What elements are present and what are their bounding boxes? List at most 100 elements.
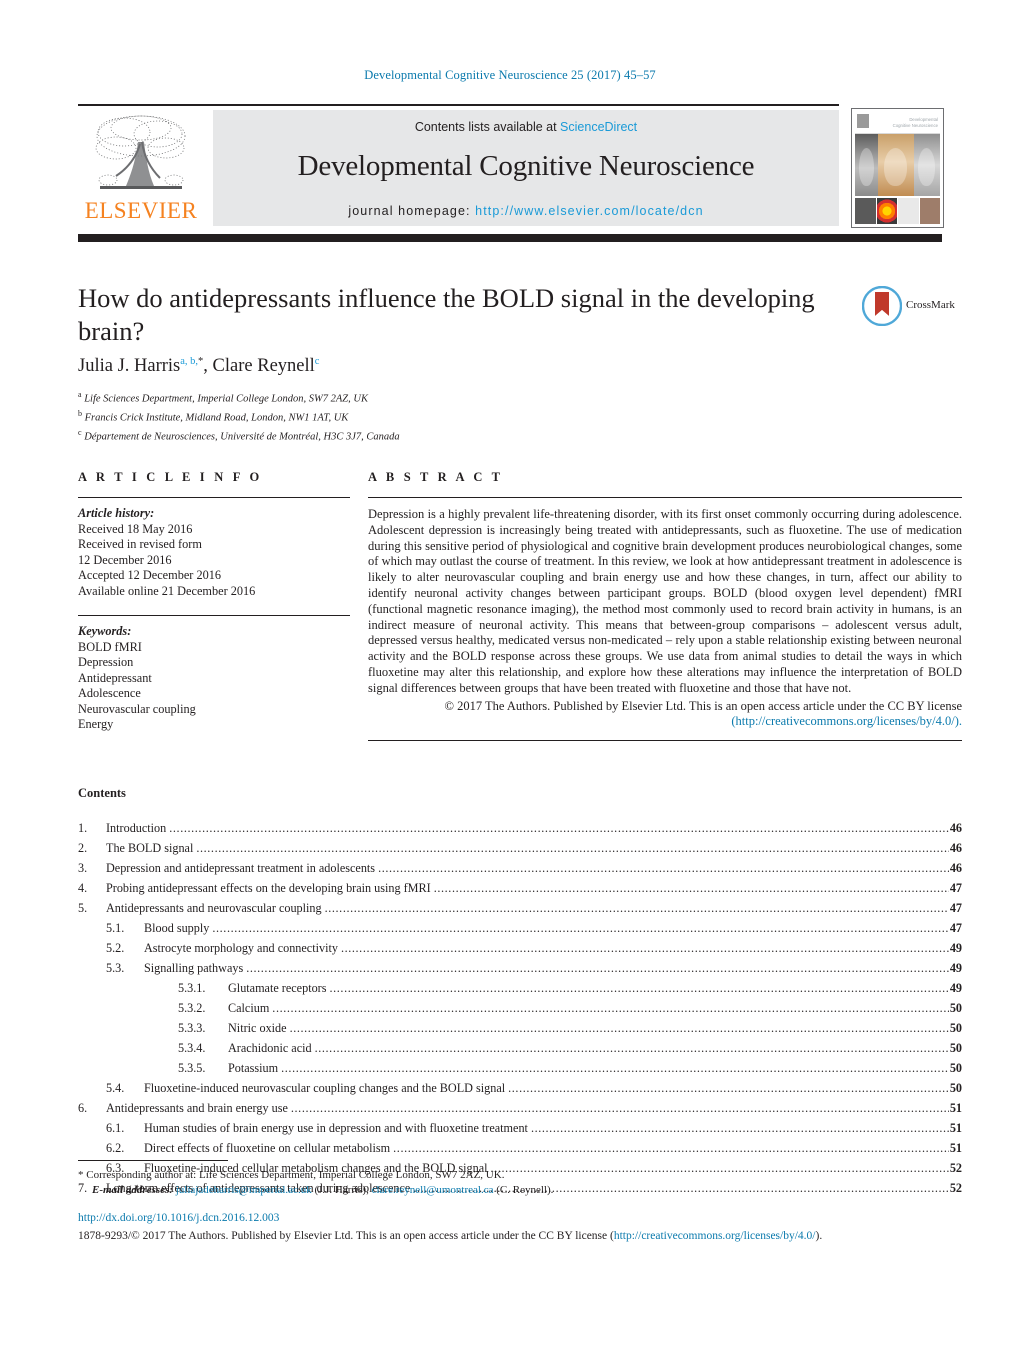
email-label: E-mail addresses: [92, 1184, 173, 1196]
toc-entry[interactable]: 5.2. Astrocyte morphology and connectivit… [78, 938, 962, 958]
history-item: Accepted 12 December 2016 [78, 568, 222, 582]
toc-entry-page: 46 [949, 841, 962, 855]
corresponding-author-note: * Corresponding author at: Life Sciences… [78, 1168, 962, 1183]
toc-entry-label: Antidepressants and brain energy use [106, 1101, 288, 1115]
copyright-text: © 2017 The Authors. Published by Elsevie… [444, 698, 962, 713]
toc-entry-label: Fluoxetine-induced neurovascular couplin… [144, 1081, 506, 1095]
toc-entry-number: 5.3.4. [178, 1041, 206, 1055]
toc-entry[interactable]: 6. Antidepressants and brain energy use..… [78, 1098, 962, 1118]
toc-leader-dots: ........................................… [530, 1121, 949, 1135]
journal-homepage-link[interactable]: http://www.elsevier.com/locate/dcn [475, 204, 703, 218]
toc-entry-number: 5.3.5. [178, 1061, 206, 1075]
issn-copyright-tail: ). [815, 1230, 823, 1242]
footnote-block: * Corresponding author at: Life Sciences… [78, 1168, 962, 1198]
toc-entry-number: 5. [78, 901, 88, 915]
toc-entry[interactable]: 5.3.3. Nitric oxide......................… [78, 1018, 962, 1038]
crossmark-badge[interactable]: CrossMark [862, 286, 962, 328]
toc-entry[interactable]: 4. Probing antidepressant effects on the … [78, 878, 962, 898]
toc-entry[interactable]: 5.3.4. Arachidonic acid..................… [78, 1038, 962, 1058]
toc-entry[interactable]: 5.3.1. Glutamate receptors...............… [78, 978, 962, 998]
toc-entry-label: Astrocyte morphology and connectivity [144, 941, 338, 955]
author-list: Julia J. Harrisa, b,*, Clare Reynellc [78, 356, 838, 377]
toc-leader-dots: ........................................… [393, 1141, 949, 1155]
journal-homepage-line: journal homepage: http://www.elsevier.co… [213, 204, 839, 218]
masthead-band: Contents lists available at ScienceDirec… [213, 110, 839, 226]
article-history-block: Article history: Received 18 May 2016 Re… [78, 498, 350, 599]
keyword-item: Antidepressant [78, 670, 152, 685]
author-1-affil-marks: a, b, [180, 356, 199, 367]
toc-entry-number: 6.1. [106, 1121, 125, 1135]
corresponding-text: Corresponding author at: Life Sciences D… [86, 1169, 505, 1181]
cover-title-line1: Developmental [909, 117, 938, 122]
author-2: , Clare Reynell [203, 356, 315, 377]
toc-entry-number: 5.3. [106, 961, 125, 975]
keyword-item: Adolescence [78, 686, 141, 700]
toc-entry-number: 6.2. [106, 1141, 125, 1155]
toc-entry[interactable]: 5.3. Signalling pathways.................… [78, 958, 962, 978]
toc-leader-dots: ........................................… [433, 881, 949, 895]
article-history-label: Article history: [78, 506, 155, 520]
affiliation-item: a Life Sciences Department, Imperial Col… [78, 390, 368, 405]
toc-entry-page: 47 [949, 921, 962, 935]
toc-entry[interactable]: 5.3.5. Potassium.........................… [78, 1058, 962, 1078]
keyword-item: Neurovascular coupling [78, 701, 196, 716]
toc-entry-number: 5.3.2. [178, 1001, 206, 1015]
toc-entry[interactable]: 5.3.2. Calcium...........................… [78, 998, 962, 1018]
author-2-affil-marks: c [314, 356, 320, 367]
toc-entry[interactable]: 2. The BOLD signal.......................… [78, 838, 962, 858]
sciencedirect-link[interactable]: ScienceDirect [560, 120, 637, 134]
history-item: 12 December 2016 [78, 552, 172, 567]
toc-entry[interactable]: 5.1. Blood supply........................… [78, 918, 962, 938]
toc-entry[interactable]: 1. Introduction..........................… [78, 818, 962, 838]
toc-leader-dots: ........................................… [329, 981, 948, 995]
abstract-bottom-rule [368, 740, 962, 742]
email-addresses-note: E-mail addresses: juliajadeharris@imperi… [78, 1183, 962, 1198]
toc-entry-page: 50 [949, 1001, 962, 1015]
masthead-black-bar [78, 234, 942, 242]
license-link[interactable]: (http://creativecommons.org/licenses/by/… [731, 714, 962, 728]
affiliation-list: a Life Sciences Department, Imperial Col… [78, 388, 838, 444]
toc-entry-page: 51 [949, 1101, 962, 1115]
affiliation-item: c Département de Neurosciences, Universi… [78, 427, 400, 443]
toc-entry[interactable]: 5.4. Fluoxetine-induced neurovascular cou… [78, 1078, 962, 1098]
elsevier-tree-icon [86, 112, 196, 200]
running-head: Developmental Cognitive Neuroscience 25 … [364, 68, 656, 82]
toc-entry-label: Antidepressants and neurovascular coupli… [106, 901, 322, 915]
footnote-rule [78, 1160, 228, 1161]
toc-entry-number: 1. [78, 821, 88, 835]
toc-entry-page: 50 [949, 1021, 962, 1035]
toc-entry[interactable]: 3. Depression and antidepressant treatmen… [78, 858, 962, 878]
toc-leader-dots: ........................................… [324, 901, 949, 915]
toc-entry-page: 47 [949, 901, 962, 915]
toc-entry[interactable]: 6.1. Human studies of brain energy use in… [78, 1118, 962, 1138]
toc-leader-dots: ........................................… [508, 1081, 949, 1095]
history-item: Received 18 May 2016 [78, 521, 193, 536]
doi-link[interactable]: http://dx.doi.org/10.1016/j.dcn.2016.12.… [78, 1212, 279, 1224]
toc-entry[interactable]: 5. Antidepressants and neurovascular coup… [78, 898, 962, 918]
email-owner-2: (C. Reynell). [496, 1184, 554, 1196]
toc-entry-page: 46 [949, 861, 962, 875]
toc-entry-label: Probing antidepressant effects on the de… [106, 881, 431, 895]
contents-available-line: Contents lists available at ScienceDirec… [213, 120, 839, 134]
toc-entry-label: Calcium [228, 1001, 270, 1015]
keyword-item: BOLD fMRI [78, 639, 142, 654]
email-link-1[interactable]: juliajadeharris@imperial.ac.uk [176, 1184, 312, 1196]
article-info-column: A R T I C L E I N F O Article history: R… [78, 470, 350, 733]
toc-leader-dots: ........................................… [169, 821, 949, 835]
toc-entry-number: 5.4. [106, 1081, 125, 1095]
journal-homepage-label: journal homepage: [348, 204, 476, 218]
toc-entry-label: Direct effects of fluoxetine on cellular… [144, 1141, 391, 1155]
journal-cover-thumbnail: Developmental Cognitive Neuroscience [851, 108, 944, 228]
toc-entry[interactable]: 6.2. Direct effects of fluoxetine on cell… [78, 1138, 962, 1158]
toc-leader-dots: ........................................… [281, 1061, 949, 1075]
toc-leader-dots: ........................................… [272, 1001, 949, 1015]
email-link-2[interactable]: clare.reynell@umontreal.ca [372, 1184, 494, 1196]
toc-entry-page: 50 [949, 1081, 962, 1095]
toc-leader-dots: ........................................… [340, 941, 949, 955]
corresponding-star: * [78, 1169, 84, 1181]
contents-heading: Contents [78, 786, 126, 800]
toc-entry-page: 49 [949, 941, 962, 955]
crossmark-label: CrossMark [906, 299, 955, 311]
issn-license-link[interactable]: http://creativecommons.org/licenses/by/4… [614, 1230, 816, 1242]
toc-leader-dots: ........................................… [246, 961, 949, 975]
